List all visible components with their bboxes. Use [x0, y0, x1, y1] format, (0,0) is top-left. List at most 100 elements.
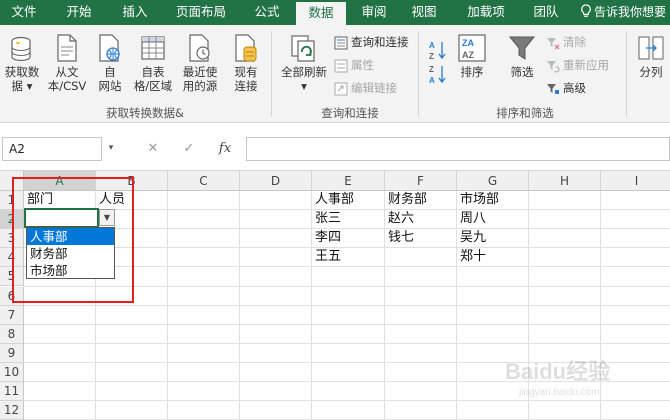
column-header-f[interactable]: F — [385, 171, 457, 191]
properties-icon — [334, 59, 348, 72]
clear-filter-item[interactable]: 清除 — [546, 33, 586, 51]
filter-funnel-icon — [508, 36, 536, 60]
advanced-filter-item[interactable]: 高级 — [546, 79, 586, 97]
from-csv-button[interactable]: 从文 本/CSV — [44, 33, 90, 93]
recent-sources-label-1: 最近使 — [182, 65, 218, 79]
cell-f1[interactable]: 财务部 — [385, 191, 427, 209]
svg-text:Z: Z — [429, 65, 434, 74]
row-gridline — [24, 361, 670, 363]
ribbon-tab-bar: 文件 开始 插入 页面布局 公式 数据 审阅 视图 加载项 团队 告诉我你想要 — [0, 0, 670, 25]
column-header-c[interactable]: C — [168, 171, 240, 191]
properties-label: 属性 — [351, 58, 374, 72]
group-separator — [271, 31, 272, 117]
tab-view[interactable]: 视图 — [402, 0, 446, 25]
from-table-label-1: 自表 — [141, 65, 165, 79]
tab-addins[interactable]: 加载项 — [456, 0, 516, 25]
svg-text:Z: Z — [429, 52, 434, 61]
row-gridline — [24, 323, 670, 325]
column-gridline — [528, 191, 529, 420]
sort-label: 排序 — [460, 65, 484, 79]
column-gridline — [167, 191, 168, 420]
from-web-button[interactable]: 自 网站 — [92, 33, 128, 93]
column-header-e[interactable]: E — [312, 171, 385, 191]
refresh-all-label: 全部刷新 — [281, 65, 327, 79]
svg-text:ZA: ZA — [462, 38, 474, 48]
edit-links-item[interactable]: 编辑链接 — [334, 79, 397, 97]
group-separator — [418, 31, 419, 117]
tab-file[interactable]: 文件 — [0, 0, 48, 25]
cell-g1[interactable]: 市场部 — [457, 191, 499, 209]
cell-f3[interactable]: 钱七 — [385, 229, 414, 247]
text-to-columns-label: 分列 — [639, 65, 663, 79]
tab-team[interactable]: 团队 — [524, 0, 568, 25]
group-separator — [626, 31, 627, 117]
cell-g4[interactable]: 郑十 — [457, 248, 486, 266]
tab-insert[interactable]: 插入 — [112, 0, 158, 25]
column-header-g[interactable]: G — [457, 171, 529, 191]
advanced-filter-icon — [547, 83, 559, 94]
text-file-icon — [57, 34, 77, 62]
cell-f2[interactable]: 赵六 — [385, 210, 414, 228]
tab-page-layout[interactable]: 页面布局 — [168, 0, 234, 25]
tab-home[interactable]: 开始 — [56, 0, 102, 25]
reapply-filter-item[interactable]: 重新应用 — [546, 56, 609, 74]
column-header-d[interactable]: D — [240, 171, 312, 191]
reapply-icon — [547, 60, 560, 72]
reapply-filter-label: 重新应用 — [563, 58, 609, 72]
cell-e4[interactable]: 王五 — [312, 248, 341, 266]
queries-connections-label: 查询和连接 — [351, 35, 409, 49]
sort-az-button[interactable]: A Z Z A — [424, 39, 452, 87]
queries-icon — [334, 36, 348, 49]
cell-e3[interactable]: 李四 — [312, 229, 341, 247]
refresh-all-button[interactable]: 全部刷新 ▾ — [276, 33, 332, 93]
tab-data[interactable]: 数据 — [296, 0, 346, 25]
edit-links-icon — [334, 82, 348, 95]
sort-descending-icon[interactable]: Z A — [428, 63, 448, 85]
cancel-entry-icon[interactable]: ✕ — [140, 137, 166, 161]
name-box-dropdown-arrow[interactable]: ▾ — [104, 137, 118, 161]
cell-g3[interactable]: 吴九 — [457, 229, 486, 247]
get-data-button[interactable]: 获取数 据 ▾ — [0, 33, 44, 93]
cell-e1[interactable]: 人事部 — [312, 191, 354, 209]
sort-button[interactable]: ZA AZ 排序 — [454, 33, 490, 79]
row-gridline — [24, 342, 670, 344]
tab-formulas[interactable]: 公式 — [244, 0, 290, 25]
cell-e2[interactable]: 张三 — [312, 210, 341, 228]
row-header-7[interactable]: 7 — [0, 305, 24, 325]
recent-sources-label-2: 用的源 — [182, 79, 218, 93]
properties-item[interactable]: 属性 — [334, 56, 374, 74]
tab-review[interactable]: 审阅 — [352, 0, 396, 25]
from-table-label-2: 格/区域 — [133, 79, 173, 93]
connections-icon — [235, 34, 257, 62]
from-table-button[interactable]: 自表 格/区域 — [130, 33, 176, 93]
row-gridline — [24, 304, 670, 306]
column-header-h[interactable]: H — [529, 171, 601, 191]
insert-function-icon[interactable]: fx — [212, 137, 238, 161]
column-gridline — [600, 191, 601, 420]
column-header-i[interactable]: I — [601, 171, 670, 191]
refresh-all-dropdown-arrow[interactable]: ▾ — [301, 79, 307, 93]
cell-g2[interactable]: 周八 — [457, 210, 486, 228]
row-header-9[interactable]: 9 — [0, 343, 24, 363]
row-header-11[interactable]: 11 — [0, 382, 24, 402]
row-header-8[interactable]: 8 — [0, 324, 24, 344]
get-data-label-2: 据 — [11, 79, 24, 93]
clear-filter-icon — [547, 37, 560, 49]
sort-dialog-icon: ZA AZ — [458, 34, 486, 62]
row-header-10[interactable]: 10 — [0, 362, 24, 382]
text-to-columns-button[interactable]: 分列 — [632, 33, 670, 79]
web-page-icon — [99, 34, 120, 62]
formula-input[interactable] — [246, 137, 670, 161]
name-box[interactable]: A2 — [2, 137, 102, 161]
column-gridline — [239, 191, 240, 420]
queries-connections-item[interactable]: 查询和连接 — [334, 33, 409, 51]
existing-connections-button[interactable]: 现有 连接 — [226, 33, 266, 93]
confirm-entry-icon[interactable]: ✓ — [176, 137, 202, 161]
existing-connections-label-2: 连接 — [234, 79, 258, 93]
recent-sources-button[interactable]: 最近使 用的源 — [176, 33, 224, 93]
row-header-12[interactable]: 12 — [0, 401, 24, 420]
filter-button[interactable]: 筛选 — [504, 33, 540, 79]
tell-me-box[interactable]: 告诉我你想要 — [580, 0, 666, 25]
highlight-box — [12, 177, 134, 303]
edit-links-label: 编辑链接 — [351, 81, 397, 95]
